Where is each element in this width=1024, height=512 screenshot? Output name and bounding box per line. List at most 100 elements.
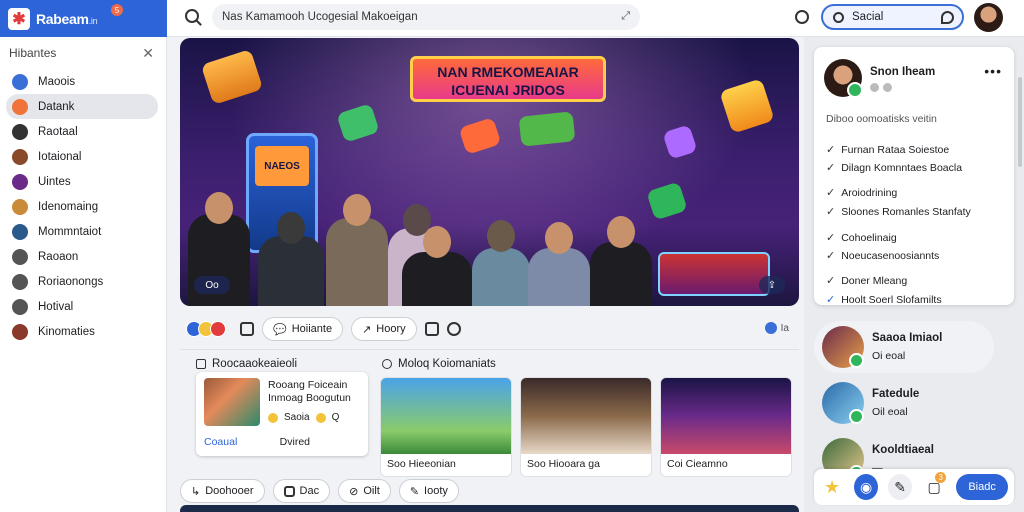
sidebar-item[interactable]: Kinomaties xyxy=(6,319,158,344)
tile-caption: Coi Cieamno xyxy=(667,458,728,470)
sidebar-item[interactable]: Datank xyxy=(6,94,158,119)
reaction-icons[interactable] xyxy=(180,321,226,337)
search-input-text: Nas Kamamooh Ucogesial Makoeigan xyxy=(222,11,418,23)
tag-icon: ⊘ xyxy=(349,485,359,498)
profile-avatar[interactable] xyxy=(824,59,863,98)
sidebar-item-icon xyxy=(12,73,28,90)
inbox-icon[interactable]: ▢ 3 xyxy=(922,472,947,500)
checklist-item[interactable]: ✓ Hoolt Soerl Slofamilts xyxy=(826,293,942,307)
scrollbar[interactable] xyxy=(1018,77,1022,167)
audience-label: Ia xyxy=(780,322,789,334)
card-meta: Dvired xyxy=(279,436,310,448)
close-icon[interactable]: ✕ xyxy=(142,45,154,62)
sidebar-item[interactable]: Iotaional xyxy=(6,144,158,169)
media-tile[interactable]: Soo Hieeonian xyxy=(380,377,512,477)
filter-chip[interactable]: ↳ Doohooer xyxy=(180,479,265,503)
sidebar-item[interactable]: Hotival xyxy=(6,294,158,319)
share-icon[interactable]: ⇪ xyxy=(759,276,785,294)
post-actions: 💬 Hoiiante ↗ Hoory Ia xyxy=(180,314,799,344)
person xyxy=(590,216,652,306)
emoji-icon xyxy=(268,412,278,423)
profile-subtitle: Diboo oomoatisks veitin xyxy=(826,113,937,125)
hero-image[interactable]: NAN RMEKOMEAIAR ICUENAI JRIDOS NAEOS Oo … xyxy=(180,38,799,306)
brand-header[interactable]: ✱ Rabeam.in 5 xyxy=(0,0,167,37)
love-icon xyxy=(210,321,226,337)
status-ring-icon[interactable] xyxy=(795,10,809,24)
section-title-right: Moloq Koiomaniats xyxy=(382,358,496,370)
person xyxy=(258,212,324,306)
media-tile[interactable]: Coi Cieamno xyxy=(660,377,792,477)
sidebar-item-label: Raotaal xyxy=(38,125,78,138)
contact-name: Kooldtiaeal xyxy=(872,444,934,456)
contact-name: Saaoa Imiaol xyxy=(872,332,943,344)
more-options-icon[interactable]: ••• xyxy=(984,63,1002,79)
checklist-item[interactable]: ✓ Doner Mleang xyxy=(826,274,907,288)
tile-image xyxy=(381,378,511,454)
audience-indicator[interactable]: Ia xyxy=(764,322,789,334)
profile-name[interactable]: Snon Iheam xyxy=(870,66,935,78)
checklist-item-label: Hoolt Soerl Slofamilts xyxy=(841,293,942,306)
star-icon[interactable]: ★ xyxy=(820,474,844,500)
checklist-item-label: Sloones Romanles Stanfaty xyxy=(841,205,971,218)
search-pill-label: Sacial xyxy=(852,11,884,23)
bookmark-icon[interactable] xyxy=(424,322,439,336)
user-avatar[interactable] xyxy=(974,3,1003,32)
badge-icon xyxy=(883,83,892,92)
notification-badge[interactable]: 5 xyxy=(111,4,123,16)
sidebar-item[interactable]: Roriaonongs xyxy=(6,269,158,294)
checklist-item[interactable]: ✓ Noeucasenoosiannts xyxy=(826,249,939,263)
search-pill[interactable]: Sacial xyxy=(821,4,964,30)
next-post-preview[interactable] xyxy=(180,505,799,512)
media-tile[interactable]: Soo Hiooara ga xyxy=(520,377,652,477)
sidebar-item[interactable]: Idenomaing xyxy=(6,194,158,219)
bottom-toolbar: ↳ Doohooer Dac ⊘ Oilt ✎ Iooty xyxy=(180,478,799,504)
hero-tag[interactable]: Oo xyxy=(194,276,230,294)
sidebar-item-icon xyxy=(12,98,28,115)
info-icon[interactable] xyxy=(446,322,461,336)
sidebar-item-label: Uintes xyxy=(38,175,71,188)
comment-button[interactable]: 💬 Hoiiante xyxy=(262,317,344,341)
contact-item[interactable]: Saaoa Imiaol Oi eoal xyxy=(814,321,994,373)
share-button[interactable]: ↗ Hoory xyxy=(351,317,417,341)
checklist-item[interactable]: ✓ Aroiodrining xyxy=(826,186,897,200)
sidebar-item[interactable]: Raoaon xyxy=(6,244,158,269)
tag-chip[interactable]: ⊘ Oilt xyxy=(338,479,391,503)
primary-action-button[interactable]: Biadc xyxy=(956,474,1008,500)
crowd xyxy=(180,166,799,306)
contact-name: Fatedule xyxy=(872,388,920,400)
featured-card[interactable]: Rooang Foiceain Inmoag Boogutun Saoia Q C… xyxy=(196,372,368,456)
expand-icon[interactable]: ⤢ xyxy=(621,10,630,23)
pen-icon[interactable]: ✎ xyxy=(888,474,913,500)
sidebar-item-icon xyxy=(12,223,28,240)
photo-chip[interactable]: Dac xyxy=(272,479,331,503)
search-input[interactable]: Nas Kamamooh Ucogesial Makoeigan ⤢ xyxy=(212,4,640,30)
sidebar-item[interactable]: Maoois xyxy=(6,69,158,94)
chat-bubble-icon[interactable] xyxy=(941,11,954,24)
checklist-item[interactable]: ✓ Sloones Romanles Stanfaty xyxy=(826,205,971,219)
person xyxy=(700,190,770,306)
photo-chip-label: Dac xyxy=(299,485,320,497)
checklist-item[interactable]: ✓ Furnan Rataa Soiestoe xyxy=(826,143,949,157)
sidebar-item[interactable]: Raotaal xyxy=(6,119,158,144)
contact-status: Oil eoal xyxy=(872,406,908,418)
section-title-left: Roocaaokeaieoli xyxy=(196,358,297,370)
photo-icon xyxy=(283,485,295,497)
card-cta-link[interactable]: Coaual xyxy=(204,436,237,448)
filter-chip-label: Doohooer xyxy=(205,485,254,497)
checklist-item[interactable]: ✓ Dilagn Komnntaes Boacla xyxy=(826,161,962,175)
top-bar: Nas Kamamooh Ucogesial Makoeigan ⤢ Sacia… xyxy=(167,0,1024,37)
search-icon xyxy=(833,11,844,23)
sidebar-header: Hibantes ✕ xyxy=(0,37,166,69)
search-icon[interactable] xyxy=(185,9,199,23)
share-box-icon[interactable] xyxy=(240,322,254,336)
checklist-item[interactable]: ✓ Cohoelinaig xyxy=(826,231,897,245)
messenger-icon[interactable]: ◉ xyxy=(854,474,879,500)
sidebar-item[interactable]: Mommntaiot xyxy=(6,219,158,244)
check-icon: ✓ xyxy=(826,162,836,174)
sidebar-item[interactable]: Uintes xyxy=(6,169,158,194)
edit-chip[interactable]: ✎ Iooty xyxy=(398,479,459,503)
card-title: Rooang Foiceain Inmoag Boogutun xyxy=(268,379,351,404)
share-button-label: Hoory xyxy=(376,323,406,335)
contact-item[interactable]: Fatedule Oil eoal xyxy=(814,377,1004,429)
tile-caption: Soo Hieeonian xyxy=(387,458,456,470)
